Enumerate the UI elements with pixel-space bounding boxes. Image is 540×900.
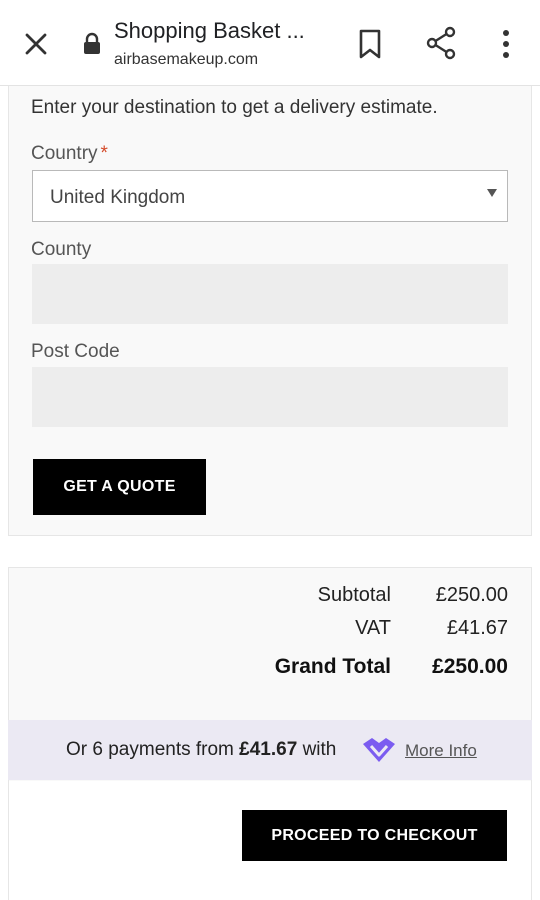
dropdown-caret-icon [487, 189, 497, 197]
country-label-text: Country [31, 143, 98, 164]
instalment-suffix: with [297, 739, 337, 760]
estimate-intro: Enter your destination to get a delivery… [31, 97, 438, 118]
grand-total-value: £250.00 [432, 655, 508, 678]
page-title[interactable]: Shopping Basket ... [114, 18, 334, 44]
page-url[interactable]: airbasemakeup.com [114, 51, 258, 69]
vat-value: £41.67 [446, 617, 508, 639]
vat-label: VAT [355, 617, 391, 639]
instalment-text: Or 6 payments from £41.67 with [66, 739, 336, 761]
subtotal-label: Subtotal [317, 584, 391, 606]
instalment-amount: £41.67 [239, 739, 298, 760]
country-label: Country * [31, 143, 108, 165]
share-icon[interactable] [424, 26, 458, 60]
postcode-input[interactable] [32, 367, 508, 427]
more-vert-icon[interactable] [496, 28, 516, 60]
county-label: County [31, 239, 92, 260]
country-select-value: United Kingdom [50, 187, 186, 208]
bookmark-icon[interactable] [356, 28, 384, 60]
close-icon[interactable] [20, 28, 52, 60]
postcode-label: Post Code [31, 341, 120, 362]
proceed-to-checkout-button[interactable]: PROCEED TO CHECKOUT [242, 810, 507, 861]
lock-icon [84, 32, 100, 54]
more-info-link[interactable]: More Info [405, 741, 477, 761]
instalment-prefix: Or 6 payments from [66, 739, 240, 760]
grand-total-label: Grand Total [274, 655, 391, 678]
country-select[interactable]: United Kingdom [32, 170, 508, 222]
browser-toolbar: Shopping Basket ... airbasemakeup.com [0, 0, 540, 86]
subtotal-value: £250.00 [435, 584, 508, 606]
required-mark: * [100, 143, 108, 164]
get-a-quote-button[interactable]: GET A QUOTE [33, 459, 206, 515]
laybuy-heart-icon [363, 738, 395, 762]
county-input[interactable] [32, 264, 508, 324]
